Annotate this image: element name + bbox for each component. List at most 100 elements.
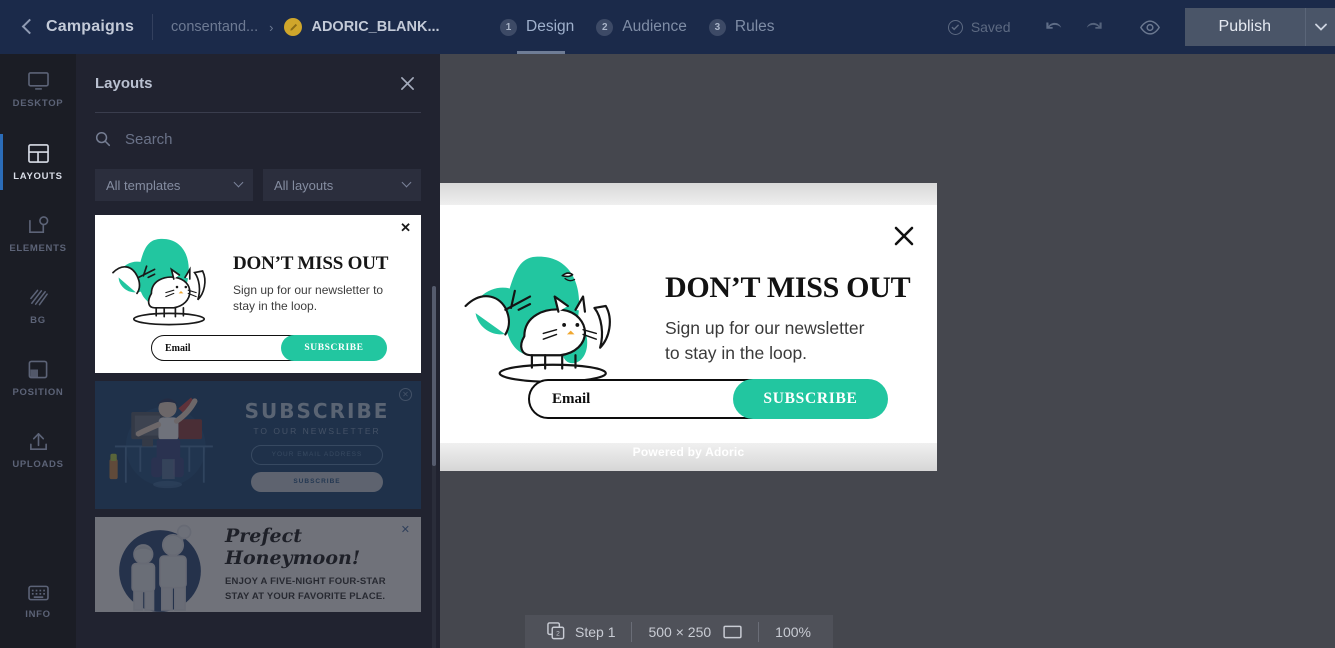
step-indicator[interactable]: 2 Step 1 xyxy=(547,622,615,641)
keyboard-info-icon xyxy=(27,584,50,602)
list-item[interactable]: Prefect Honeymoon! ENJOY A FIVE-NIGHT FO… xyxy=(95,517,421,612)
template-subheading: TO OUR NEWSLETTER xyxy=(253,425,381,436)
chevron-down-icon xyxy=(233,177,244,187)
svg-text:2: 2 xyxy=(556,630,560,637)
search-row xyxy=(76,113,440,165)
list-item[interactable]: ✕ DON’T MISS OUT Sign up for our newslet… xyxy=(95,215,421,373)
design-canvas: DON’T MISS OUT Sign up for our newslette… xyxy=(440,54,1335,648)
sidebar-label: INFO xyxy=(25,609,51,620)
eye-icon[interactable] xyxy=(1133,12,1167,42)
zoom-indicator[interactable]: 100% xyxy=(775,624,811,640)
upload-arrow-icon xyxy=(27,431,50,452)
edit-pencil-badge-icon xyxy=(284,18,303,36)
sidebar-label: BG xyxy=(30,314,46,326)
check-circle-icon xyxy=(947,19,963,35)
popup-subscribe-button[interactable]: SUBSCRIBE xyxy=(733,379,888,419)
chevron-down-icon[interactable] xyxy=(1305,8,1335,46)
undo-redo-group xyxy=(1037,12,1111,42)
saved-label: Saved xyxy=(970,19,1011,35)
sidebar-item-uploads[interactable]: UPLOADS xyxy=(0,414,76,486)
template-form: Email SUBSCRIBE xyxy=(151,335,387,361)
dimensions-label: 500 × 250 xyxy=(648,623,712,640)
popup-body-line1: Sign up for our newsletter xyxy=(665,318,865,338)
popup-body: DON’T MISS OUT Sign up for our newslette… xyxy=(440,205,937,443)
sidebar-item-bg[interactable]: BG xyxy=(0,270,76,342)
popup-heading: DON’T MISS OUT xyxy=(665,271,911,304)
list-item[interactable]: SUBSCRIBE TO OUR NEWSLETTER YOUR EMAIL A… xyxy=(95,381,421,509)
template-subscribe-button[interactable]: SUBSCRIBE xyxy=(251,471,383,492)
breadcrumb: Campaigns consentand... › ADORIC_BLANK..… xyxy=(0,0,440,54)
filter-row: All templates All layouts xyxy=(76,169,440,201)
chevron-left-icon[interactable] xyxy=(16,16,38,38)
popup-footer-band: Powered by Adoric xyxy=(440,443,937,471)
status-divider xyxy=(631,621,633,642)
sidebar-item-info[interactable]: INFO xyxy=(0,566,76,638)
template-list: ✕ DON’T MISS OUT Sign up for our newslet… xyxy=(76,215,440,612)
close-x-icon[interactable] xyxy=(396,72,418,94)
tab-label: Rules xyxy=(734,18,775,35)
sidebar-item-position[interactable]: POSITION xyxy=(0,342,76,414)
all-templates-dropdown[interactable]: All templates xyxy=(95,169,253,201)
popup-top-band xyxy=(440,183,937,205)
breadcrumb-parent[interactable]: consentand... xyxy=(171,19,258,35)
left-rail: DESKTOP LAYOUTS ELEMENTS BG POSITION UPL… xyxy=(0,54,76,648)
chevron-down-icon xyxy=(401,177,412,187)
status-badge-saved: Saved xyxy=(947,19,1011,35)
dropdown-value: All layouts xyxy=(274,177,334,193)
step-tabs: 1 Design 2 Audience 3 Rules xyxy=(500,0,797,54)
popup-body-line2: to stay in the loop. xyxy=(665,343,808,364)
close-circle-icon[interactable]: ✕ xyxy=(399,388,412,401)
tab-audience[interactable]: 2 Audience xyxy=(596,0,687,54)
dimensions-indicator[interactable]: 500 × 250 xyxy=(648,624,742,640)
sidebar-item-elements[interactable]: ELEMENTS xyxy=(0,198,76,270)
tab-label: Design xyxy=(526,18,575,35)
redo-arrow-icon[interactable] xyxy=(1077,12,1111,42)
template-heading: SUBSCRIBE xyxy=(244,398,390,423)
couple-illustration xyxy=(95,517,225,612)
close-x-icon[interactable]: ✕ xyxy=(401,523,410,536)
panel-header: Layouts xyxy=(76,54,440,112)
monitor-icon xyxy=(27,71,50,91)
tab-label: Audience xyxy=(622,18,687,35)
template-heading: DON’T MISS OUT xyxy=(233,253,389,274)
step-label: Step 1 xyxy=(575,623,616,640)
sidebar-label: LAYOUTS xyxy=(13,170,63,182)
search-input[interactable] xyxy=(125,130,385,148)
close-x-icon[interactable]: ✕ xyxy=(400,220,411,236)
template-email-field[interactable]: YOUR EMAIL ADDRESS xyxy=(251,444,383,465)
popup-preview[interactable]: DON’T MISS OUT Sign up for our newslette… xyxy=(440,183,937,471)
close-x-icon[interactable] xyxy=(893,225,915,247)
step-number: 1 xyxy=(500,18,517,36)
undo-arrow-icon[interactable] xyxy=(1037,12,1071,42)
all-layouts-dropdown[interactable]: All layouts xyxy=(263,169,421,201)
background-stripes-icon xyxy=(27,287,50,308)
popup-form: Email SUBSCRIBE xyxy=(528,379,888,419)
status-divider xyxy=(758,621,760,642)
template-subscribe-button[interactable]: SUBSCRIBE xyxy=(281,335,387,361)
publish-button[interactable]: Publish xyxy=(1184,8,1305,46)
desk-person-illustration xyxy=(95,381,231,509)
top-bar: Campaigns consentand... › ADORIC_BLANK..… xyxy=(0,0,1335,54)
sidebar-item-layouts[interactable]: LAYOUTS xyxy=(0,126,76,198)
scrollbar-thumb[interactable] xyxy=(432,286,436,466)
layouts-panel: Layouts All templates All layouts xyxy=(76,54,440,648)
rectangle-icon xyxy=(723,625,742,639)
breadcrumb-separator: › xyxy=(269,19,274,35)
tab-rules[interactable]: 3 Rules xyxy=(708,0,775,54)
sidebar-label: ELEMENTS xyxy=(9,242,67,254)
step-number: 3 xyxy=(708,18,726,36)
search-magnifier-icon xyxy=(95,131,111,147)
template-body: Sign up for our newsletter to stay in th… xyxy=(233,283,384,314)
sidebar-label: UPLOADS xyxy=(12,458,64,470)
breadcrumb-current: ADORIC_BLANK... xyxy=(311,19,440,35)
template-heading: Prefect Honeymoon! xyxy=(225,525,361,570)
layouts-grid-icon xyxy=(27,143,50,164)
sidebar-item-desktop[interactable]: DESKTOP xyxy=(0,54,76,126)
sidebar-label: POSITION xyxy=(12,386,64,398)
template-body: ENJOY A FIVE-NIGHT FOUR-STAR STAY AT YOU… xyxy=(225,576,386,602)
status-bar: 2 Step 1 500 × 250 100% xyxy=(525,615,833,648)
tab-design[interactable]: 1 Design xyxy=(500,0,574,54)
breadcrumb-campaigns[interactable]: Campaigns xyxy=(46,18,134,36)
dropdown-value: All templates xyxy=(106,177,181,193)
page-title: Layouts xyxy=(95,74,153,92)
